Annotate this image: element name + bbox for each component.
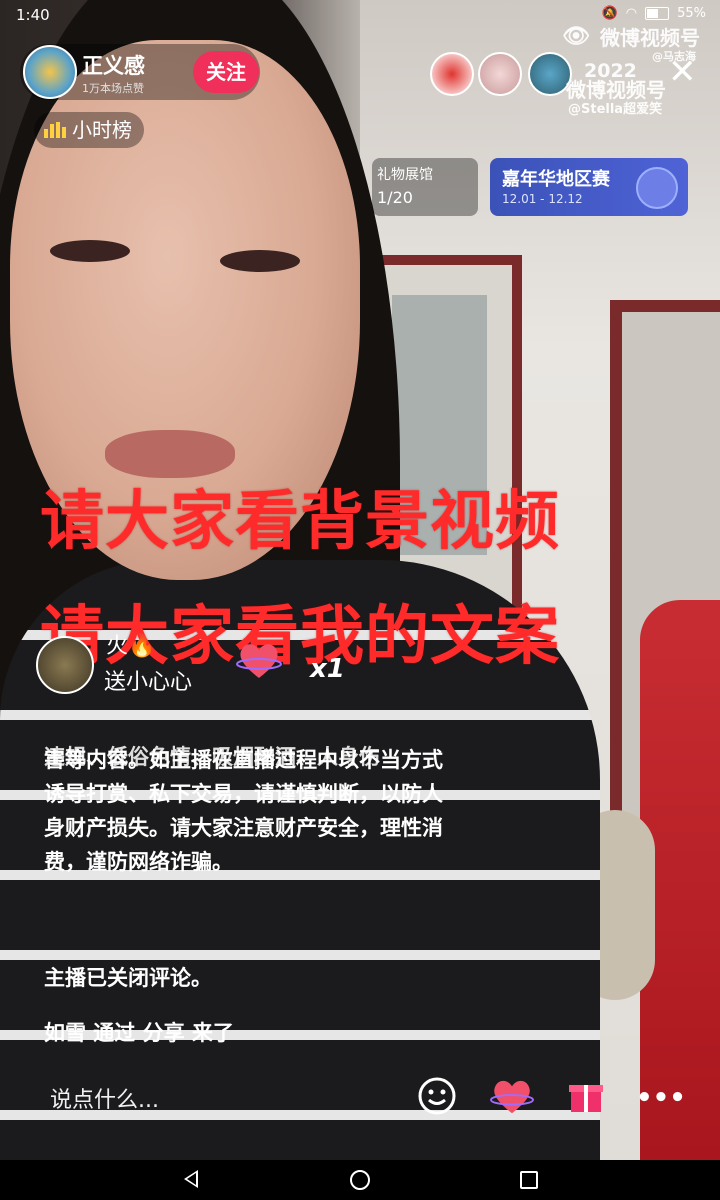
battery-icon (645, 7, 670, 20)
comments-closed-message: 主播已关闭评论。 (44, 966, 212, 990)
trophy-icon (636, 167, 678, 209)
weibo-logo-icon: 👁 (562, 24, 590, 49)
gift-box-icon[interactable] (564, 1076, 608, 1120)
home-icon[interactable] (350, 1170, 370, 1190)
gift-hall-count: 1/20 (377, 188, 413, 207)
hourly-rank-button[interactable]: 小时榜 (34, 112, 144, 148)
watermark-brand: 微博视频号 (600, 26, 700, 50)
wifi-icon: ◠ (625, 6, 638, 21)
viewer-avatar[interactable] (478, 52, 522, 96)
rank-bars-icon (44, 122, 66, 138)
more-icon[interactable]: ••• (636, 1076, 686, 1120)
mute-icon: 🔕 (601, 6, 618, 21)
watermark-author-secondary: @Stella超爱笑 (568, 102, 663, 117)
back-icon[interactable] (184, 1170, 198, 1188)
comment-input[interactable]: 说点什么... (30, 1076, 400, 1126)
heart-like-icon[interactable] (490, 1076, 534, 1120)
platform-notice: 害等内容。如主播在直播过程中以不当方式诱导打赏、私下交易，请谨慎判断，以防人身财… (44, 748, 443, 874)
rank-label: 小时榜 (72, 118, 132, 142)
status-time: 1:40 (16, 6, 50, 24)
host-name: 正义感 (82, 54, 145, 78)
gift-sender-name: 火🔥 (106, 634, 156, 659)
host-avatar[interactable] (23, 45, 77, 99)
recent-apps-icon[interactable] (520, 1171, 538, 1189)
caption-line-1: 请大家看背景视频 (40, 485, 560, 559)
system-nav-bar (0, 1160, 720, 1200)
join-message: 如雪 通过 分享 来了 (44, 1021, 234, 1045)
gift-action: 送小心心 (104, 670, 193, 695)
gift-hall-title: 礼物展馆 (377, 167, 433, 183)
host-likes: 1万本场点赞 (82, 82, 144, 95)
gift-sender-avatar (36, 636, 94, 694)
follow-button[interactable]: 关注 (193, 51, 259, 93)
gift-count: x1 (310, 654, 345, 684)
close-icon[interactable]: ✕ (668, 52, 697, 92)
carnival-title: 嘉年华地区赛 (502, 169, 610, 190)
battery-percent: 55% (677, 6, 706, 21)
emoji-icon[interactable] (415, 1076, 459, 1120)
carnival-dates: 12.01 - 12.12 (502, 192, 583, 206)
carnival-badge[interactable]: 嘉年华地区赛 12.01 - 12.12 (490, 158, 688, 216)
viewer-avatar[interactable] (430, 52, 474, 96)
heart-gift-icon (236, 644, 282, 678)
gift-hall-badge[interactable]: 礼物展馆 1/20 (372, 158, 478, 216)
